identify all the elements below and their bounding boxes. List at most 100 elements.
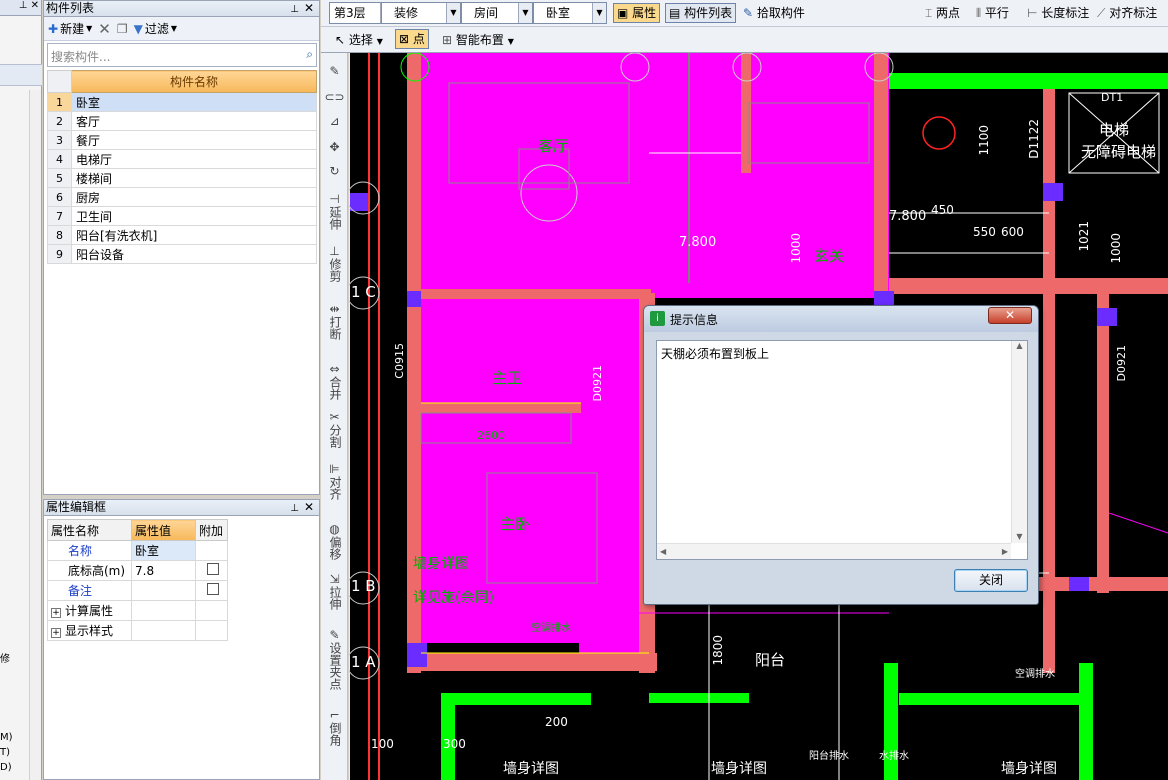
mirror-icon[interactable]: ⊂⊃ bbox=[321, 91, 348, 104]
row-index: 3 bbox=[47, 130, 72, 150]
flip-icon[interactable]: ⊿ bbox=[321, 115, 348, 128]
checkbox[interactable] bbox=[207, 583, 219, 595]
row-name[interactable]: 卫生间 bbox=[71, 206, 317, 226]
top-toolbar: 第3层 ▼ 装修 ▼ 房间 ▼ 卧室 ▼ ▣ 属性 ▤ 构件列表 ✎ 拾取构件 ⌶ 两点… bbox=[321, 0, 1168, 27]
chevron-down-icon[interactable]: ▼ bbox=[446, 3, 460, 23]
note-label: 墙身详图 bbox=[503, 761, 559, 777]
select-button[interactable]: ↖ 选择 ▼ bbox=[335, 31, 383, 48]
close-icon[interactable]: ✕ bbox=[988, 307, 1032, 324]
search-input[interactable]: 搜索构件... ⌕ bbox=[47, 43, 317, 67]
vertical-scrollbar[interactable]: ▲ ▼ bbox=[1011, 341, 1027, 543]
table-row[interactable]: 6 厨房 bbox=[47, 187, 317, 207]
brush-icon[interactable]: ✎ bbox=[321, 65, 348, 78]
filter-button[interactable]: ▼ 过滤 ▼ bbox=[134, 20, 177, 37]
rotate-icon[interactable]: ↻ bbox=[321, 165, 348, 178]
merge-icon: ⇔ bbox=[329, 362, 340, 376]
grip-button[interactable]: ✎ 设置夹点 bbox=[321, 629, 348, 693]
expand-icon[interactable]: + bbox=[51, 608, 61, 618]
horizontal-scrollbar[interactable]: ◀ ▶ bbox=[657, 543, 1011, 559]
attribute-row[interactable]: 底标高(m) 7.8 bbox=[47, 560, 228, 581]
pin-icon[interactable]: ⊥ ✕ bbox=[0, 0, 41, 16]
pin-icon[interactable]: ⊥ bbox=[290, 2, 299, 17]
attr-group[interactable]: + 显示样式 bbox=[47, 620, 132, 641]
left-cut-text-1: 修 bbox=[0, 654, 10, 665]
table-row[interactable]: 1 卧室 bbox=[47, 92, 317, 112]
pick-component-button[interactable]: ✎ 拾取构件 bbox=[743, 4, 805, 21]
note-label: 详见施(余同) bbox=[413, 590, 494, 606]
table-row[interactable]: 4 电梯厅 bbox=[47, 149, 317, 169]
dim-label: 1021 bbox=[1077, 221, 1091, 252]
attribute-row[interactable]: 备注 bbox=[47, 580, 228, 601]
close-icon[interactable]: ✕ bbox=[304, 500, 314, 515]
trim-button[interactable]: ⊥ 修剪 bbox=[321, 245, 348, 285]
attr-value[interactable]: 卧室 bbox=[131, 540, 196, 561]
checkbox[interactable] bbox=[207, 563, 219, 575]
room-label: 无障碍电梯 bbox=[1081, 143, 1157, 161]
copy-button[interactable]: ❐ bbox=[117, 22, 128, 36]
attr-value[interactable]: 7.8 bbox=[131, 560, 196, 581]
extend-button[interactable]: ⊣ 延伸 bbox=[321, 193, 348, 233]
table-row[interactable]: 2 客厅 bbox=[47, 111, 317, 131]
smart-layout-button[interactable]: ⊞ 智能布置 ▼ bbox=[442, 31, 514, 48]
align-button[interactable]: ⊫ 对齐 bbox=[321, 463, 348, 503]
row-name[interactable]: 阳台设备 bbox=[71, 244, 317, 264]
attr-group-label: 计算属性 bbox=[65, 604, 114, 618]
attribute-group-row[interactable]: + 计算属性 bbox=[47, 600, 228, 621]
attr-name: 名称 bbox=[47, 540, 132, 561]
move-icon[interactable]: ✥ bbox=[321, 141, 348, 154]
point-button[interactable]: ⊠ 点 bbox=[395, 29, 429, 49]
new-button[interactable]: ✚ 新建 ▼ bbox=[48, 20, 92, 37]
attr-value[interactable] bbox=[131, 580, 196, 601]
room-label: 阳台 bbox=[755, 651, 786, 669]
smart-layout-label: 智能布置 bbox=[455, 33, 504, 47]
table-row[interactable]: 3 餐厅 bbox=[47, 130, 317, 150]
table-row[interactable]: 8 阳台[有洗衣机] bbox=[47, 225, 317, 245]
chevron-down-icon[interactable]: ▼ bbox=[592, 3, 606, 23]
row-name[interactable]: 客厅 bbox=[71, 111, 317, 131]
attr-group[interactable]: + 计算属性 bbox=[47, 600, 132, 621]
align-label: 对齐 bbox=[328, 476, 342, 500]
table-row[interactable]: 5 楼梯间 bbox=[47, 168, 317, 188]
properties-button[interactable]: ▣ 属性 bbox=[613, 3, 661, 23]
break-button[interactable]: ⇹ 打断 bbox=[321, 303, 348, 343]
category-select[interactable]: 装修 ▼ bbox=[381, 2, 461, 24]
attr-value-header: 属性值 bbox=[131, 519, 196, 541]
row-name[interactable]: 楼梯间 bbox=[71, 168, 317, 188]
two-point-dim-button[interactable]: ⌶ 两点 bbox=[925, 4, 960, 21]
row-name[interactable]: 阳台[有洗衣机] bbox=[71, 225, 317, 245]
message-textarea[interactable]: 天棚必须布置到板上 ▲ ▼ ◀ ▶ bbox=[656, 340, 1028, 560]
chamfer-button[interactable]: ⌐ 倒角 bbox=[321, 709, 348, 749]
dim-label: 100 bbox=[371, 737, 394, 751]
attribute-row[interactable]: 名称 卧室 bbox=[47, 540, 228, 561]
split-button[interactable]: ✂ 分割 bbox=[321, 411, 348, 451]
component-select[interactable]: 卧室 ▼ bbox=[533, 2, 607, 24]
expand-icon[interactable]: + bbox=[51, 628, 61, 638]
row-name[interactable]: 厨房 bbox=[71, 187, 317, 207]
delete-button[interactable]: ✕ bbox=[98, 20, 111, 38]
attribute-group-row[interactable]: + 显示样式 bbox=[47, 620, 228, 641]
table-row[interactable]: 9 阳台设备 bbox=[47, 244, 317, 264]
pin-icon[interactable]: ⊥ bbox=[290, 501, 299, 516]
offset-button[interactable]: ◍ 偏移 bbox=[321, 523, 348, 563]
properties-icon: ▣ bbox=[617, 6, 629, 20]
component-name-header[interactable]: 构件名称 bbox=[71, 70, 317, 93]
dialog-title: 提示信息 bbox=[670, 313, 719, 327]
row-name[interactable]: 卧室 bbox=[71, 92, 317, 112]
chevron-down-icon[interactable]: ▼ bbox=[518, 3, 532, 23]
search-icon[interactable]: ⌕ bbox=[306, 47, 313, 62]
align-dim-button[interactable]: ⟋ 对齐标注 bbox=[1097, 4, 1157, 21]
dialog-title-bar[interactable]: i 提示信息 ✕ bbox=[644, 306, 1038, 332]
parallel-dim-button[interactable]: ⫴ 平行 bbox=[976, 4, 1009, 21]
table-row[interactable]: 7 卫生间 bbox=[47, 206, 317, 226]
close-button[interactable]: 关闭 bbox=[954, 569, 1028, 592]
merge-button[interactable]: ⇔ 合并 bbox=[321, 363, 348, 403]
stretch-button[interactable]: ⇲ 拉伸 bbox=[321, 573, 348, 613]
left-panel-scrollbar[interactable] bbox=[29, 90, 41, 780]
row-name[interactable]: 餐厅 bbox=[71, 130, 317, 150]
row-name[interactable]: 电梯厅 bbox=[71, 149, 317, 169]
close-icon[interactable]: ✕ bbox=[304, 1, 314, 16]
row-index: 2 bbox=[47, 111, 72, 131]
component-list-button[interactable]: ▤ 构件列表 bbox=[665, 3, 737, 23]
length-dim-button[interactable]: ⊢ 长度标注 bbox=[1027, 4, 1089, 21]
type-select[interactable]: 房间 ▼ bbox=[461, 2, 533, 24]
